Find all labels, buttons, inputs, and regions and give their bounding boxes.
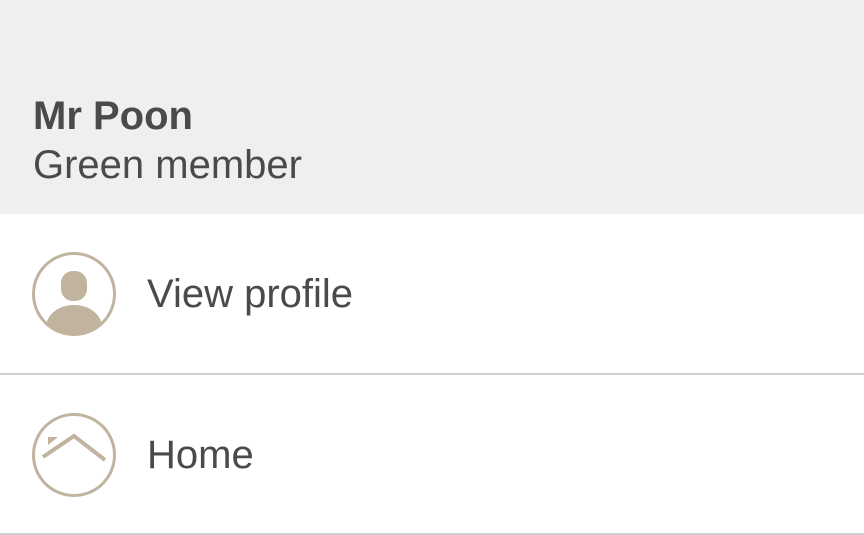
- membership-tier: Green member: [33, 143, 302, 187]
- profile-header: Mr Poon Green member: [0, 0, 864, 214]
- menu-item-home[interactable]: Home: [0, 375, 864, 535]
- home-icon: [31, 412, 117, 498]
- menu-item-label: View profile: [147, 272, 354, 316]
- member-name: Mr Poon: [33, 94, 193, 138]
- menu-item-label: Home: [147, 433, 254, 477]
- person-icon: [31, 251, 117, 337]
- menu-item-view-profile[interactable]: View profile: [0, 214, 864, 374]
